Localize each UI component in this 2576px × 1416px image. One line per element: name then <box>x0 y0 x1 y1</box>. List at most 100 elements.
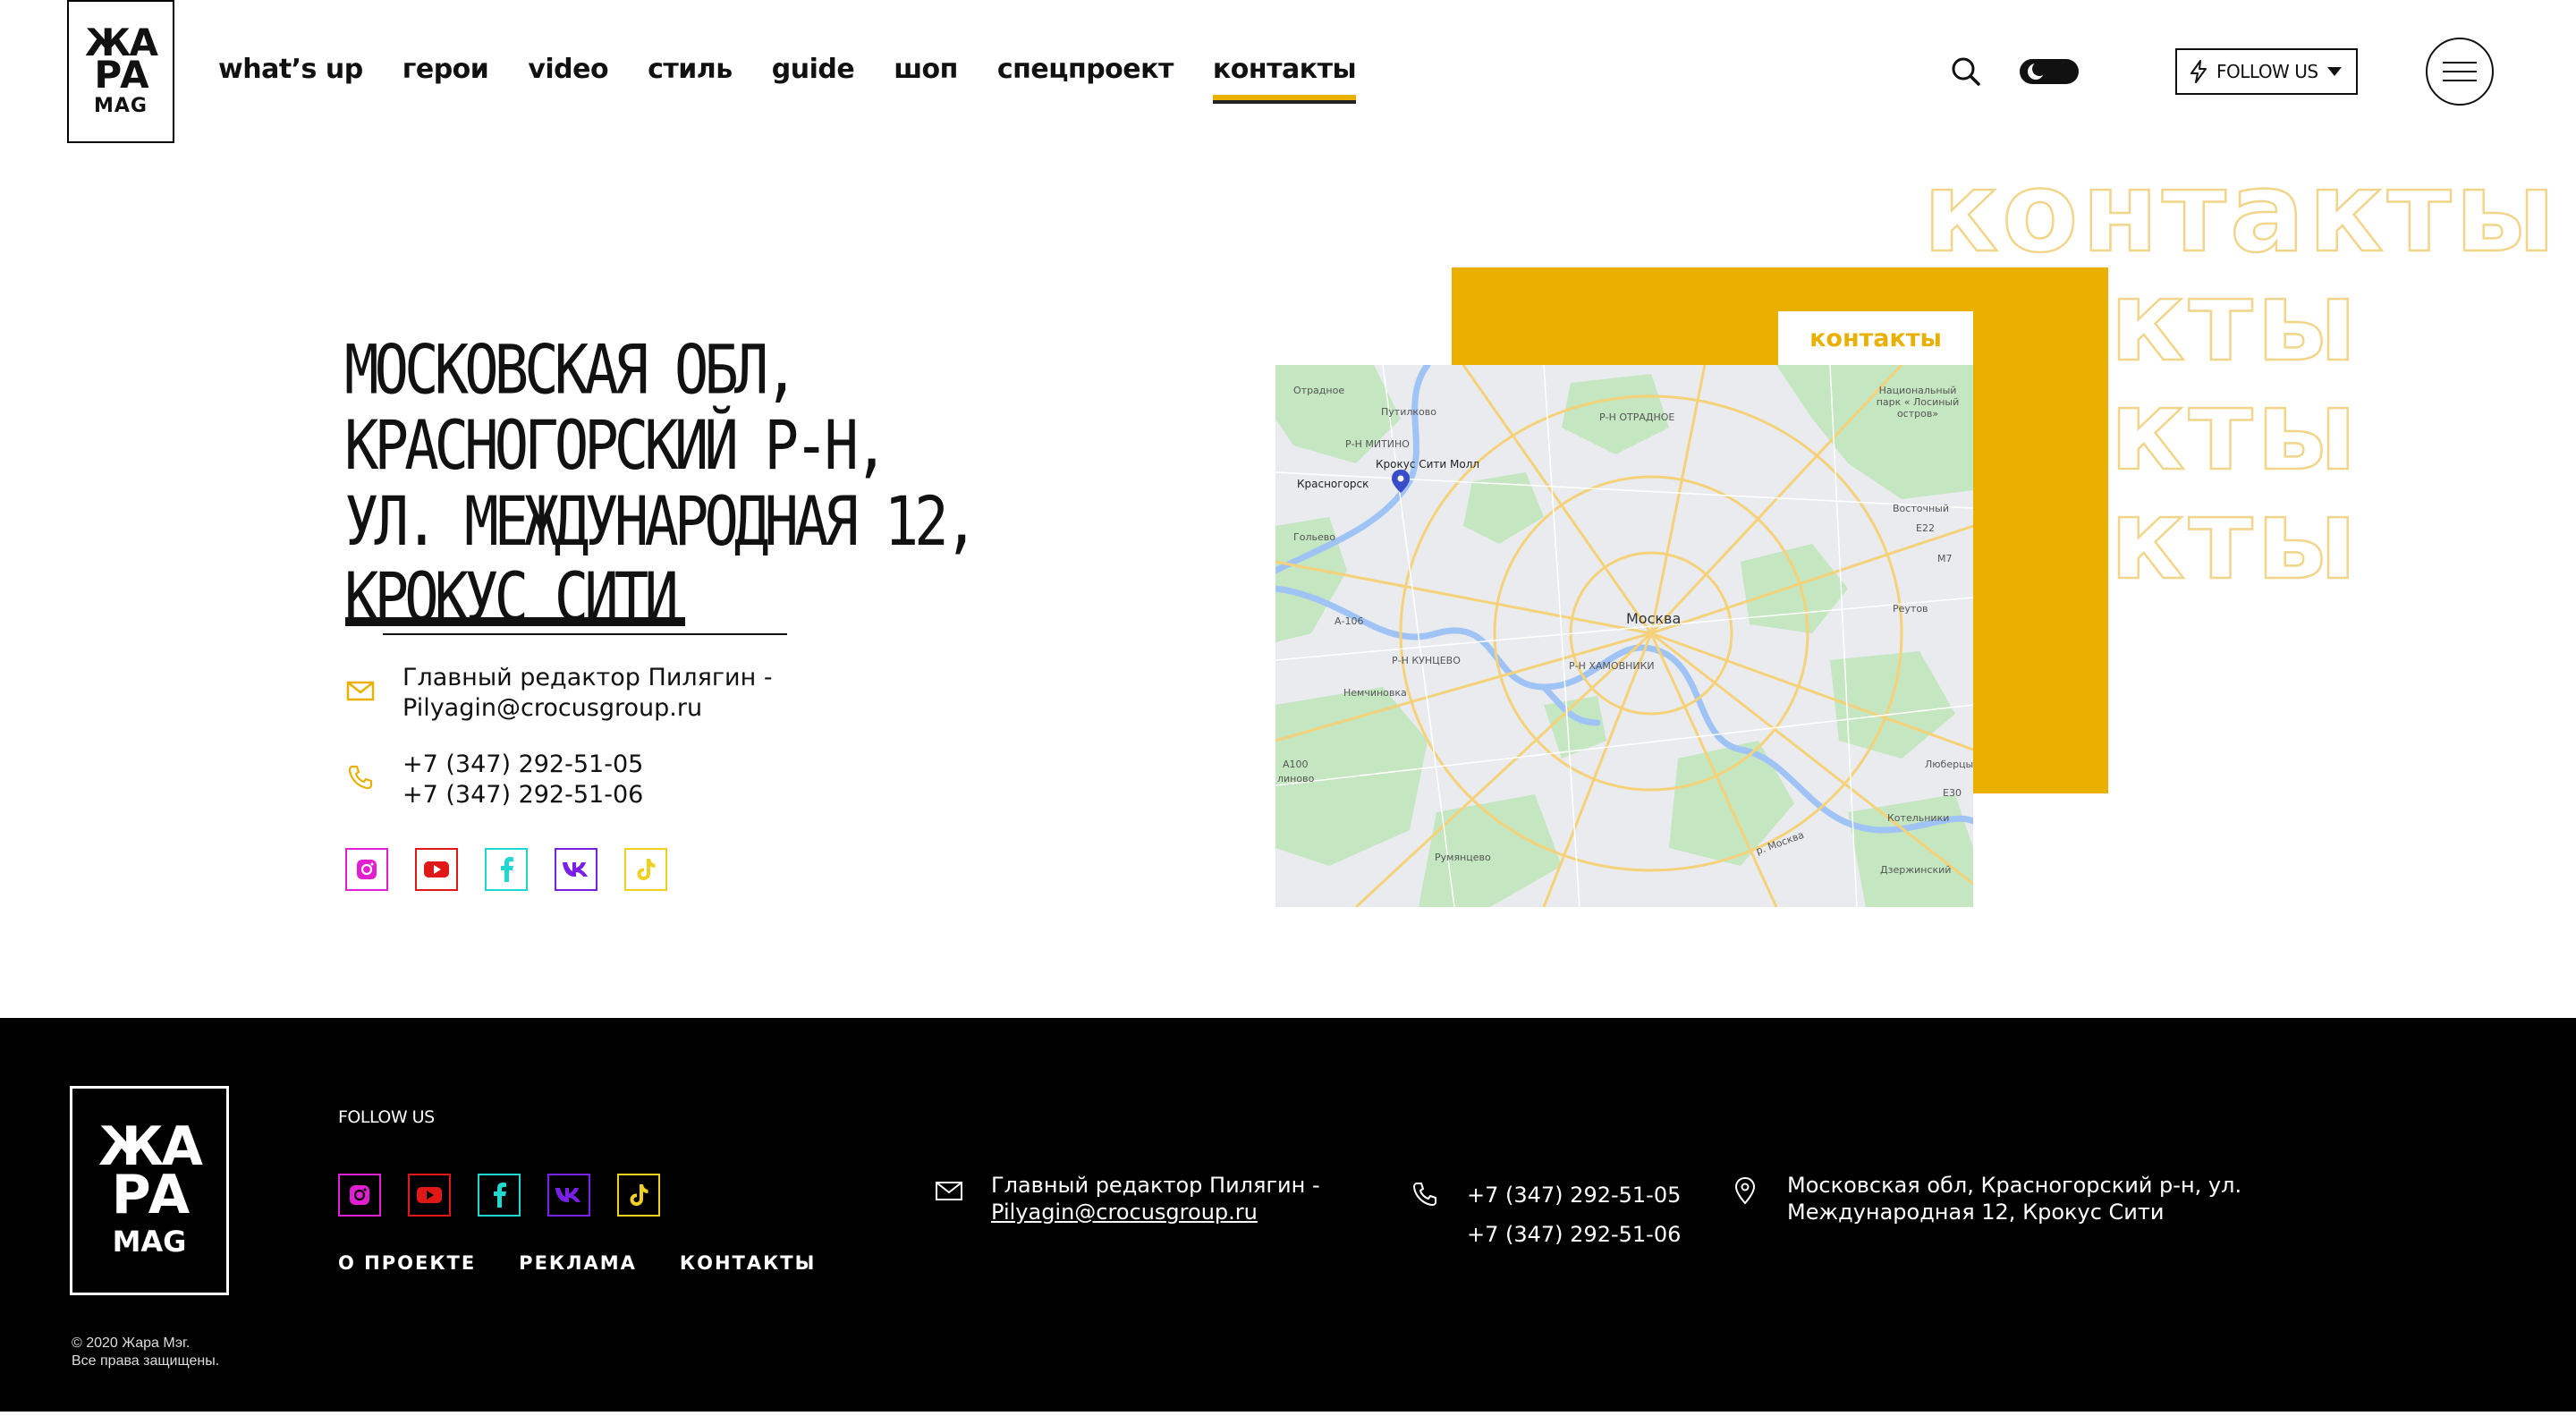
map-label: M7 <box>1937 553 1953 564</box>
logo-text-bottom: MAG <box>112 1225 187 1259</box>
footer-follow-label: FOLLOW US <box>338 1107 435 1127</box>
tiktok-link[interactable] <box>624 848 667 891</box>
location-pin-icon <box>1734 1176 1756 1205</box>
logo[interactable]: ЖА РА MAG <box>67 0 174 143</box>
search-icon <box>1952 57 1980 86</box>
footer-link-ads[interactable]: РЕКЛАМА <box>519 1252 637 1274</box>
facebook-icon <box>494 1183 506 1208</box>
phone-number-link[interactable]: +7 (347) 292-51-06 <box>402 780 643 810</box>
youtube-link[interactable] <box>415 848 458 891</box>
logo-text-bottom: MAG <box>94 94 148 117</box>
map-label: Национальный парк « Лосиный остров» <box>1876 385 1960 420</box>
footer-phones: +7 (347) 292-51-05 +7 (347) 292-51-06 <box>1410 1175 1681 1254</box>
map-label: Румянцево <box>1435 852 1491 863</box>
lightning-icon <box>2190 60 2207 83</box>
footer-link-contacts[interactable]: КОНТАКТЫ <box>680 1252 816 1274</box>
editor-label: Главный редактор Пилягин - <box>402 664 773 691</box>
address-line: КРАСНОГОРСКИЙ Р-Н, <box>344 407 889 487</box>
map-label: Восточный <box>1893 503 1949 514</box>
hamburger-menu-button[interactable] <box>2426 38 2494 106</box>
nav-item-shop[interactable]: шоп <box>894 54 958 85</box>
instagram-icon <box>357 860 377 879</box>
map-label: Красногорск <box>1297 478 1369 490</box>
follow-us-button[interactable]: FOLLOW US <box>2175 48 2358 95</box>
vk-icon <box>555 1188 580 1202</box>
map-label: Р-Н КУНЦЕВО <box>1392 655 1461 666</box>
vk-link[interactable] <box>547 1174 590 1217</box>
map-label: линово <box>1277 773 1315 784</box>
footer-social-links <box>338 1174 660 1217</box>
nav-item-guide[interactable]: guide <box>772 54 855 85</box>
nav-item-special[interactable]: спецпроект <box>997 54 1174 85</box>
phone-number-link[interactable]: +7 (347) 292-51-05 <box>1467 1175 1681 1215</box>
map-label: А100 <box>1283 759 1309 770</box>
instagram-link[interactable] <box>338 1174 381 1217</box>
main-nav: what’s up герои video стиль guide шоп сп… <box>218 54 1357 104</box>
map-label: Люберцы <box>1925 759 1973 770</box>
contacts-tag: контакты <box>1778 311 1973 365</box>
map-label: E22 <box>1916 522 1935 534</box>
facebook-icon <box>501 857 513 882</box>
instagram-icon <box>350 1185 369 1205</box>
footer-links: О ПРОЕКТЕ РЕКЛАМА КОНТАКТЫ <box>338 1252 816 1274</box>
mail-icon <box>346 681 375 701</box>
footer-logo[interactable]: ЖА РА MAG <box>70 1086 229 1295</box>
tiktok-icon <box>637 859 656 880</box>
menu-line-icon <box>2443 62 2477 64</box>
contact-email: Главный редактор Пилягин - Pilyagin@croc… <box>345 663 773 724</box>
phone-icon <box>1413 1183 1436 1206</box>
map-label: Р-Н МИТИНО <box>1345 438 1410 450</box>
map-label: А-106 <box>1335 615 1364 627</box>
footer-email: Главный редактор Пилягин - Pilyagin@croc… <box>934 1172 1320 1225</box>
nav-item-whats-up[interactable]: what’s up <box>218 54 363 85</box>
nav-item-heroes[interactable]: герои <box>402 54 489 85</box>
tiktok-link[interactable] <box>617 1174 660 1217</box>
phone-icon <box>348 765 373 790</box>
map-label: Крокус Сити Молл <box>1376 458 1480 471</box>
youtube-icon <box>417 1187 442 1203</box>
mail-icon <box>936 1182 962 1200</box>
address-line: УЛ. МЕЖДУНАРОДНАЯ 12, <box>344 483 979 563</box>
footer-link-about[interactable]: О ПРОЕКТЕ <box>338 1252 476 1274</box>
editor-label: Главный редактор Пилягин - <box>991 1173 1320 1198</box>
phone-number-link[interactable]: +7 (347) 292-51-05 <box>402 750 643 780</box>
youtube-link[interactable] <box>408 1174 451 1217</box>
divider-thick <box>345 617 685 626</box>
nav-item-style[interactable]: стиль <box>648 54 733 85</box>
address-line: МОСКОВСКАЯ ОБЛ, <box>344 331 799 411</box>
map-label: Р-Н ХАМОВНИКИ <box>1569 660 1655 672</box>
instagram-link[interactable] <box>345 848 388 891</box>
address-heading: МОСКОВСКАЯ ОБЛ, КРАСНОГОРСКИЙ Р-Н, УЛ. М… <box>344 333 1131 637</box>
address-line: Международная 12, Крокус Сити <box>1787 1200 2165 1225</box>
nav-item-video[interactable]: video <box>528 54 608 85</box>
vk-icon <box>563 862 588 877</box>
editor-email-link[interactable]: Pilyagin@crocusgroup.ru <box>402 693 773 724</box>
contact-phones: +7 (347) 292-51-05 +7 (347) 292-51-06 <box>345 750 643 810</box>
map-label: Р-Н ОТРАДНОЕ <box>1599 411 1675 423</box>
vk-link[interactable] <box>555 848 597 891</box>
tiktok-icon <box>630 1184 648 1206</box>
editor-email-link[interactable]: Pilyagin@crocusgroup.ru <box>991 1199 1320 1225</box>
follow-us-label: FOLLOW US <box>2216 61 2318 82</box>
map-label: Немчиновка <box>1343 687 1407 699</box>
map-label: E30 <box>1943 787 1962 799</box>
social-links <box>345 848 667 891</box>
search-button[interactable] <box>1950 55 1982 88</box>
copyright: © 2020 Жара Мэг. Все права защищены. <box>72 1335 219 1370</box>
divider-thin <box>383 633 787 635</box>
phone-number-link[interactable]: +7 (347) 292-51-06 <box>1467 1215 1681 1254</box>
facebook-link[interactable] <box>478 1174 521 1217</box>
copyright-line: Все права защищены. <box>72 1353 220 1369</box>
address-line: Московская обл, Красногорский р-н, ул. <box>1787 1173 2242 1198</box>
nav-item-contacts[interactable]: контакты <box>1212 54 1357 104</box>
map-label: Котельники <box>1887 812 1950 824</box>
map-label: Путилково <box>1381 406 1436 418</box>
menu-line-icon <box>2443 71 2477 72</box>
dark-mode-toggle[interactable] <box>2020 59 2079 84</box>
location-map[interactable]: Отрадное Путилково Р-Н МИТИНО Р-Н ОТРАДН… <box>1275 365 1973 907</box>
footer-address: Московская обл, Красногорский р-н, ул. М… <box>1730 1172 2241 1225</box>
logo-text-mid: РА <box>94 52 148 97</box>
facebook-link[interactable] <box>485 848 528 891</box>
map-label: Москва <box>1626 610 1682 627</box>
map-label: Отрадное <box>1293 385 1345 396</box>
